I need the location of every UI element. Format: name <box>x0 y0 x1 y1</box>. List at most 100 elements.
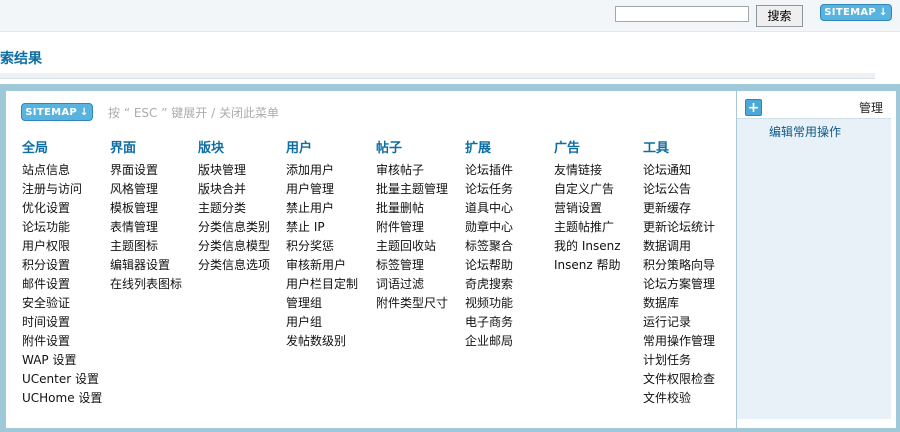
page-title: 索结果 <box>0 51 42 67</box>
arrow-down-icon: ↓ <box>879 7 888 18</box>
menu-item[interactable]: 运行记录 <box>643 313 715 332</box>
sitemap-button[interactable]: SITEMAP ↓ <box>820 4 892 21</box>
menu-item[interactable]: 数据调用 <box>643 237 715 256</box>
menu-item[interactable]: 用户组 <box>286 313 358 332</box>
menu-item[interactable]: 附件类型尺寸 <box>376 294 448 313</box>
menu-item[interactable]: 用户权限 <box>22 237 102 256</box>
menu-heading[interactable]: 帖子 <box>376 139 448 158</box>
menu-item[interactable]: 用户管理 <box>286 180 358 199</box>
menu-item[interactable]: 附件管理 <box>376 218 448 237</box>
menu-item[interactable]: 更新缓存 <box>643 199 715 218</box>
menu-item[interactable]: 版块合并 <box>198 180 270 199</box>
menu-item[interactable]: 视频功能 <box>465 294 513 313</box>
menu-item[interactable]: 勋章中心 <box>465 218 513 237</box>
menu-item[interactable]: 主题回收站 <box>376 237 448 256</box>
shortcut-panel-body: 编辑常用操作 <box>737 118 891 419</box>
menu-item[interactable]: 分类信息选项 <box>198 256 270 275</box>
menu-item[interactable]: 标签管理 <box>376 256 448 275</box>
shortcut-panel-title: 管理 <box>859 101 884 115</box>
menu-item[interactable]: 编辑器设置 <box>110 256 182 275</box>
edit-shortcuts-link[interactable]: 编辑常用操作 <box>769 123 841 140</box>
menu-heading[interactable]: 用户 <box>286 139 358 158</box>
menu-item[interactable]: 友情链接 <box>554 161 621 180</box>
menu-item[interactable]: 时间设置 <box>22 313 102 332</box>
menu-item[interactable]: 优化设置 <box>22 199 102 218</box>
menu-column-posts: 帖子 审核帖子 批量主题管理 批量删帖 附件管理 主题回收站 标签管理 词语过滤… <box>376 139 448 313</box>
menu-item[interactable]: 批量主题管理 <box>376 180 448 199</box>
menu-item[interactable]: 论坛任务 <box>465 180 513 199</box>
menu-item[interactable]: 电子商务 <box>465 313 513 332</box>
menu-item[interactable]: 禁止用户 <box>286 199 358 218</box>
menu-item[interactable]: UCHome 设置 <box>22 389 102 408</box>
menu-item[interactable]: 论坛通知 <box>643 161 715 180</box>
menu-item[interactable]: 批量删帖 <box>376 199 448 218</box>
menu-item[interactable]: 常用操作管理 <box>643 332 715 351</box>
menu-item[interactable]: 数据库 <box>643 294 715 313</box>
search-input[interactable] <box>615 6 749 22</box>
menu-item[interactable]: UCenter 设置 <box>22 370 102 389</box>
esc-hint: 按 “ ESC ” 键展开 / 关闭此菜单 <box>108 106 279 120</box>
menu-item[interactable]: 企业邮局 <box>465 332 513 351</box>
menu-item[interactable]: 论坛插件 <box>465 161 513 180</box>
menu-item[interactable]: 分类信息类别 <box>198 218 270 237</box>
menu-item[interactable]: 安全验证 <box>22 294 102 313</box>
menu-column-tools: 工具 论坛通知 论坛公告 更新缓存 更新论坛统计 数据调用 积分策略向导 论坛方… <box>643 139 715 408</box>
menu-item[interactable]: 主题图标 <box>110 237 182 256</box>
menu-item[interactable]: 奇虎搜索 <box>465 275 513 294</box>
menu-heading[interactable]: 工具 <box>643 139 715 158</box>
menu-item[interactable]: 风格管理 <box>110 180 182 199</box>
menu-item[interactable]: 用户栏目定制 <box>286 275 358 294</box>
menu-item[interactable]: 附件设置 <box>22 332 102 351</box>
menu-item[interactable]: 标签聚合 <box>465 237 513 256</box>
menu-column-extensions: 扩展 论坛插件 论坛任务 道具中心 勋章中心 标签聚合 论坛帮助 奇虎搜索 视频… <box>465 139 513 351</box>
menu-column-forums: 版块 版块管理 版块合并 主题分类 分类信息类别 分类信息模型 分类信息选项 <box>198 139 270 275</box>
menu-item[interactable]: 主题分类 <box>198 199 270 218</box>
menu-item[interactable]: 营销设置 <box>554 199 621 218</box>
menu-item[interactable]: 积分策略向导 <box>643 256 715 275</box>
menu-item[interactable]: 管理组 <box>286 294 358 313</box>
menu-item[interactable]: 审核新用户 <box>286 256 358 275</box>
menu-item[interactable]: 注册与访问 <box>22 180 102 199</box>
menu-item[interactable]: 更新论坛统计 <box>643 218 715 237</box>
menu-item[interactable]: 版块管理 <box>198 161 270 180</box>
sitemap-panel: SITEMAP ↓ 按 “ ESC ” 键展开 / 关闭此菜单 全局 站点信息 … <box>0 84 900 432</box>
menu-item[interactable]: 发帖数级别 <box>286 332 358 351</box>
menu-item[interactable]: 文件校验 <box>643 389 715 408</box>
menu-item[interactable]: 论坛功能 <box>22 218 102 237</box>
menu-item[interactable]: WAP 设置 <box>22 351 102 370</box>
menu-item[interactable]: 邮件设置 <box>22 275 102 294</box>
menu-item[interactable]: 主题帖推广 <box>554 218 621 237</box>
title-divider <box>0 73 875 79</box>
menu-item[interactable]: 分类信息模型 <box>198 237 270 256</box>
menu-item[interactable]: 添加用户 <box>286 161 358 180</box>
menu-item[interactable]: 积分设置 <box>22 256 102 275</box>
menu-item[interactable]: 计划任务 <box>643 351 715 370</box>
menu-item[interactable]: 自定义广告 <box>554 180 621 199</box>
menu-item[interactable]: 模板管理 <box>110 199 182 218</box>
menu-item[interactable]: 表情管理 <box>110 218 182 237</box>
menu-item[interactable]: 站点信息 <box>22 161 102 180</box>
menu-item[interactable]: 词语过滤 <box>376 275 448 294</box>
menu-item[interactable]: 论坛方案管理 <box>643 275 715 294</box>
menu-item[interactable]: 在线列表图标 <box>110 275 182 294</box>
menu-item[interactable]: 禁止 IP <box>286 218 358 237</box>
menu-item[interactable]: 积分奖惩 <box>286 237 358 256</box>
menu-item[interactable]: 文件权限检查 <box>643 370 715 389</box>
menu-heading[interactable]: 扩展 <box>465 139 513 158</box>
menu-item[interactable]: 论坛公告 <box>643 180 715 199</box>
menu-heading[interactable]: 全局 <box>22 139 102 158</box>
add-icon[interactable]: + <box>745 99 762 116</box>
menu-heading[interactable]: 广告 <box>554 139 621 158</box>
menu-item[interactable]: 道具中心 <box>465 199 513 218</box>
sitemap-toggle-button[interactable]: SITEMAP ↓ <box>21 103 93 121</box>
menu-heading[interactable]: 界面 <box>110 139 182 158</box>
menu-item[interactable]: 界面设置 <box>110 161 182 180</box>
menu-item[interactable]: 我的 Insenz <box>554 237 621 256</box>
sitemap-button-label: SITEMAP <box>824 7 876 18</box>
menu-item[interactable]: 审核帖子 <box>376 161 448 180</box>
search-button[interactable]: 搜索 <box>756 5 803 27</box>
menu-item[interactable]: 论坛帮助 <box>465 256 513 275</box>
menu-column-users: 用户 添加用户 用户管理 禁止用户 禁止 IP 积分奖惩 审核新用户 用户栏目定… <box>286 139 358 351</box>
menu-heading[interactable]: 版块 <box>198 139 270 158</box>
menu-item[interactable]: Insenz 帮助 <box>554 256 621 275</box>
